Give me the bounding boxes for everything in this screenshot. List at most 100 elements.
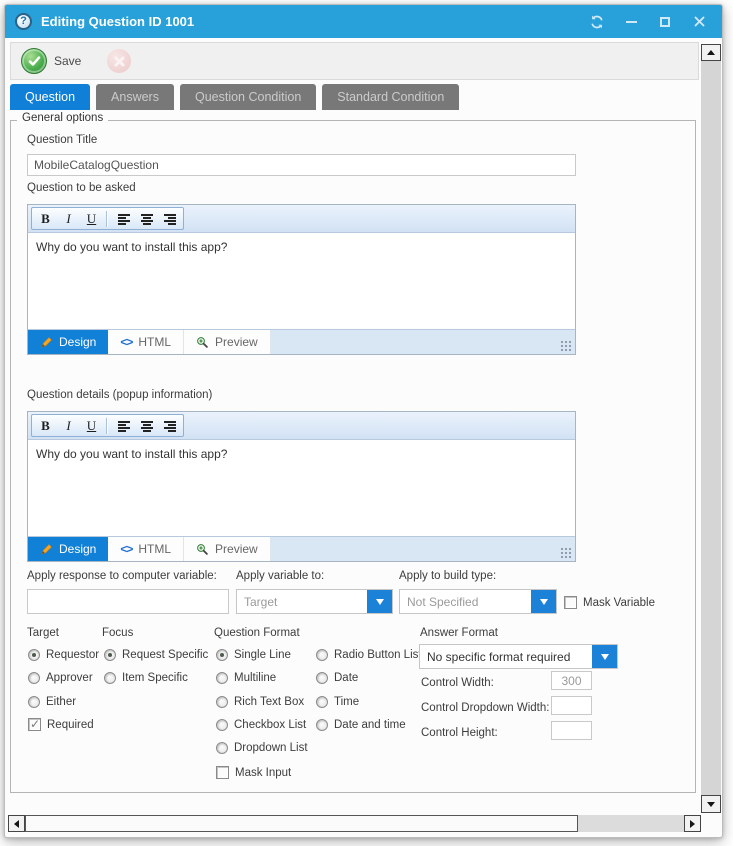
resize-grip[interactable] [560,547,572,559]
italic-button[interactable]: I [58,209,79,228]
scroll-up-button[interactable] [701,44,721,61]
scroll-right-button[interactable] [684,815,701,832]
scroll-down-button[interactable] [701,795,721,813]
dropdown-arrow-button[interactable] [531,590,556,613]
maximize-icon [660,17,670,27]
tab-question-condition[interactable]: Question Condition [180,84,316,110]
minimize-button[interactable] [618,11,644,33]
mask-input-checkbox[interactable] [216,766,229,779]
mask-input-label: Mask Input [235,767,291,779]
answer-format-section-label: Answer Format [420,627,498,639]
control-dropdown-width-input[interactable] [551,696,592,715]
mask-variable-checkbox[interactable] [564,596,577,609]
close-button[interactable] [686,11,712,33]
design-tab-label: Design [59,335,96,349]
radio-multiline[interactable] [216,672,228,684]
save-check-icon [21,48,47,74]
bold-button[interactable]: B [35,416,56,435]
editor-tab-preview[interactable]: Preview [184,330,271,354]
horizontal-scrollbar-thumb[interactable] [25,815,578,832]
italic-button[interactable]: I [58,416,79,435]
html-icon: <> [120,542,132,556]
control-width-input[interactable] [551,671,592,690]
help-icon[interactable]: ? [15,13,32,30]
horizontal-scrollbar-track[interactable] [578,815,684,832]
radio-item-specific[interactable] [104,672,116,684]
scroll-left-button[interactable] [8,815,25,832]
apply-variable-to-dropdown[interactable]: Target [236,589,393,614]
vertical-scrollbar-track[interactable] [701,61,721,795]
radio-item-specific-label: Item Specific [122,672,188,684]
design-tab-label: Design [59,542,96,556]
question-format-option: Single Line [216,649,291,661]
radio-date[interactable] [316,672,328,684]
preview-tab-label: Preview [215,335,258,349]
radio-rich-text-box[interactable] [216,696,228,708]
radio-either[interactable] [28,696,40,708]
resize-grip[interactable] [560,340,572,352]
question-format-option: Date [316,672,358,684]
titlebar: ? Editing Question ID 1001 [5,5,722,38]
align-right-icon[interactable] [159,209,180,228]
align-center-icon[interactable] [136,416,157,435]
apply-build-type-value: Not Specified [400,590,531,613]
apply-variable-to-label: Apply variable to: [236,570,324,582]
dropdown-arrow-button[interactable] [367,590,392,613]
radio-time[interactable] [316,696,328,708]
question-title-input[interactable] [27,154,576,176]
mask-variable-option: Mask Variable [564,596,655,609]
align-left-icon[interactable] [113,209,134,228]
save-button[interactable]: Save [21,48,81,74]
control-height-input[interactable] [551,721,592,740]
focus-section-label: Focus [102,627,133,639]
radio-requestor[interactable] [28,649,40,661]
tab-standard-condition[interactable]: Standard Condition [322,84,459,110]
triangle-up-icon [707,50,715,55]
required-checkbox[interactable] [28,718,41,731]
tab-answers[interactable]: Answers [96,84,174,110]
answer-format-dropdown[interactable]: No specific format required [419,644,618,669]
align-left-icon[interactable] [113,416,134,435]
required-option: Required [28,718,94,731]
tab-question[interactable]: Question [10,84,90,110]
radio-request-specific-label: Request Specific [122,649,208,661]
maximize-button[interactable] [652,11,678,33]
radio-date-and-time[interactable] [316,719,328,731]
question-format-option: Time [316,696,359,708]
apply-build-type-dropdown[interactable]: Not Specified [399,589,557,614]
triangle-right-icon [690,820,695,828]
bold-button[interactable]: B [35,209,56,228]
focus-option: Item Specific [104,672,188,684]
dropdown-arrow-button[interactable] [592,645,617,668]
editor-tab-html[interactable]: <> HTML [108,330,184,354]
radio-multiline-label: Multiline [234,672,276,684]
mask-input-option: Mask Input [216,766,291,779]
radio-checkbox-list[interactable] [216,719,228,731]
radio-radio-button-list[interactable] [316,649,328,661]
editor-tab-design[interactable]: Design [28,537,108,561]
question-details-content[interactable]: Why do you want to install this app? [28,440,575,536]
editor-tab-design[interactable]: Design [28,330,108,354]
radio-dropdown-list[interactable] [216,742,228,754]
align-center-icon[interactable] [136,209,157,228]
editor-tab-preview[interactable]: Preview [184,537,271,561]
radio-either-label: Either [46,696,76,708]
question-body-content[interactable]: Why do you want to install this app? [28,233,575,329]
radio-request-specific[interactable] [104,649,116,661]
delete-button-disabled[interactable] [107,49,131,73]
refresh-button[interactable] [584,11,610,33]
radio-date-and-time-label: Date and time [334,719,406,731]
preview-tab-label: Preview [215,542,258,556]
underline-button[interactable]: U [81,416,102,435]
editor-format-toolbar: B I U [28,412,575,440]
editor-tab-html[interactable]: <> HTML [108,537,184,561]
radio-single-line[interactable] [216,649,228,661]
chevron-down-icon [601,654,609,660]
chevron-down-icon [540,599,548,605]
radio-single-line-label: Single Line [234,649,291,661]
underline-button[interactable]: U [81,209,102,228]
apply-response-input[interactable] [27,589,229,614]
question-format-option: Date and time [316,719,406,731]
align-right-icon[interactable] [159,416,180,435]
radio-approver[interactable] [28,672,40,684]
